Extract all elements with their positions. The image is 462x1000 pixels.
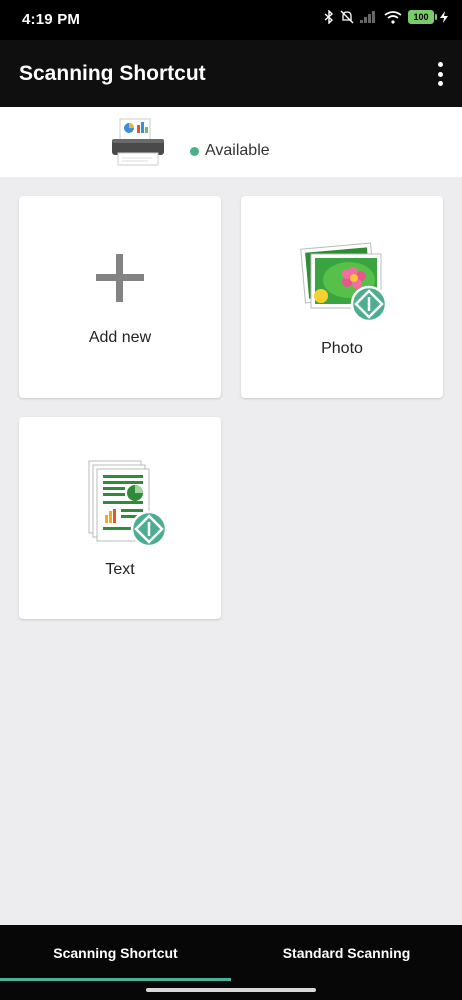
battery-level: 100 bbox=[413, 12, 429, 22]
tab-selected-indicator bbox=[0, 978, 231, 981]
scanner-icon bbox=[112, 118, 164, 166]
bluetooth-icon bbox=[324, 10, 334, 24]
status-bar: 4:19 PM 100 bbox=[0, 0, 462, 40]
wifi-icon bbox=[384, 10, 402, 24]
page-title: Scanning Shortcut bbox=[19, 62, 206, 85]
charging-icon bbox=[440, 11, 448, 23]
card-label-photo: Photo bbox=[321, 340, 363, 357]
device-status-bar[interactable]: Available bbox=[0, 107, 462, 177]
overflow-menu-icon[interactable] bbox=[432, 62, 448, 86]
battery-icon: 100 bbox=[408, 10, 437, 24]
status-dot bbox=[190, 146, 199, 156]
signal-icon bbox=[360, 11, 375, 23]
home-indicator[interactable] bbox=[146, 988, 316, 992]
status-icons: 100 bbox=[324, 10, 448, 24]
text-card[interactable]: Text bbox=[19, 417, 221, 619]
status-text: Available bbox=[205, 142, 270, 159]
status-time: 4:19 PM bbox=[22, 11, 81, 28]
photo-card[interactable]: Photo bbox=[241, 196, 443, 398]
photo-icon bbox=[300, 242, 388, 323]
add-new-card[interactable]: Add new bbox=[19, 196, 221, 398]
card-label-add-new: Add new bbox=[88, 329, 152, 346]
tab-standard-scanning[interactable]: Standard Scanning bbox=[231, 925, 462, 981]
app-bar: Scanning Shortcut bbox=[0, 40, 462, 107]
mute-bell-icon bbox=[340, 10, 354, 24]
device-status: Available bbox=[190, 142, 270, 160]
plus-icon bbox=[96, 254, 144, 302]
tab-scanning-shortcut[interactable]: Scanning Shortcut bbox=[0, 925, 231, 981]
card-label-text: Text bbox=[105, 561, 135, 578]
document-icon bbox=[88, 460, 168, 548]
